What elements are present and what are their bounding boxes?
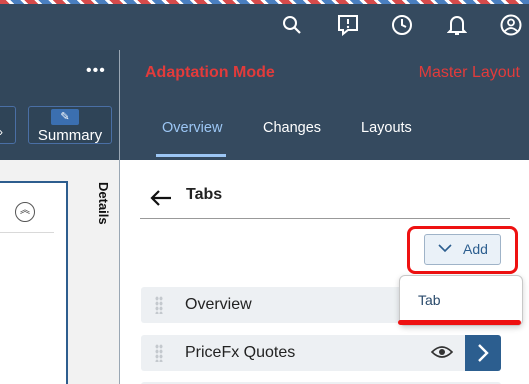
summary-button-label: Summary	[37, 127, 103, 144]
navigate-button[interactable]	[465, 335, 501, 371]
tab-layouts[interactable]: Layouts	[361, 120, 412, 136]
section-title: Tabs	[186, 186, 223, 203]
drag-handle-icon[interactable]	[155, 344, 163, 362]
divider	[0, 232, 54, 233]
annotation-underline	[398, 320, 521, 325]
add-menu: Tab	[399, 275, 523, 326]
collapse-icon[interactable]: ︽	[15, 202, 35, 222]
layout-title: Master Layout	[418, 64, 520, 81]
mode-title: Adaptation Mode	[145, 64, 275, 81]
panel-header: Adaptation Mode Master Layout Overview C…	[120, 50, 529, 160]
adaptation-panel: Adaptation Mode Master Layout Overview C…	[119, 50, 529, 384]
annotation-highlight-box	[407, 226, 518, 274]
feedback-icon[interactable]	[336, 13, 360, 37]
clock-icon[interactable]	[390, 13, 414, 37]
section-divider	[140, 218, 510, 219]
bell-icon[interactable]	[445, 13, 469, 37]
menu-item-tab[interactable]: Tab	[418, 292, 441, 308]
section-card: ︽	[0, 181, 68, 384]
shell-bar	[0, 0, 529, 50]
active-tab-indicator	[156, 154, 226, 157]
tab-changes[interactable]: Changes	[263, 120, 321, 136]
search-icon[interactable]	[280, 13, 304, 37]
user-icon[interactable]	[499, 13, 523, 37]
details-tab[interactable]: Details	[81, 182, 111, 242]
eye-icon[interactable]	[430, 344, 454, 362]
header-action-button[interactable]: ›	[0, 106, 16, 144]
chevron-icon: ›	[0, 125, 3, 139]
tab-overview[interactable]: Overview	[162, 120, 222, 136]
panel-tabbar: Overview Changes Layouts	[120, 106, 529, 160]
drag-handle-icon[interactable]	[155, 296, 163, 314]
environment-stripe	[0, 0, 529, 4]
list-item-label: PriceFx Quotes	[185, 344, 296, 361]
summary-button[interactable]: ✎ Summary	[28, 106, 112, 144]
overflow-icon[interactable]: •••	[86, 62, 106, 80]
list-item[interactable]: PriceFx Quotes	[141, 335, 501, 371]
back-arrow-icon[interactable]	[150, 189, 171, 207]
list-item-label: Overview	[185, 296, 252, 313]
edit-icon: ✎	[51, 109, 79, 125]
